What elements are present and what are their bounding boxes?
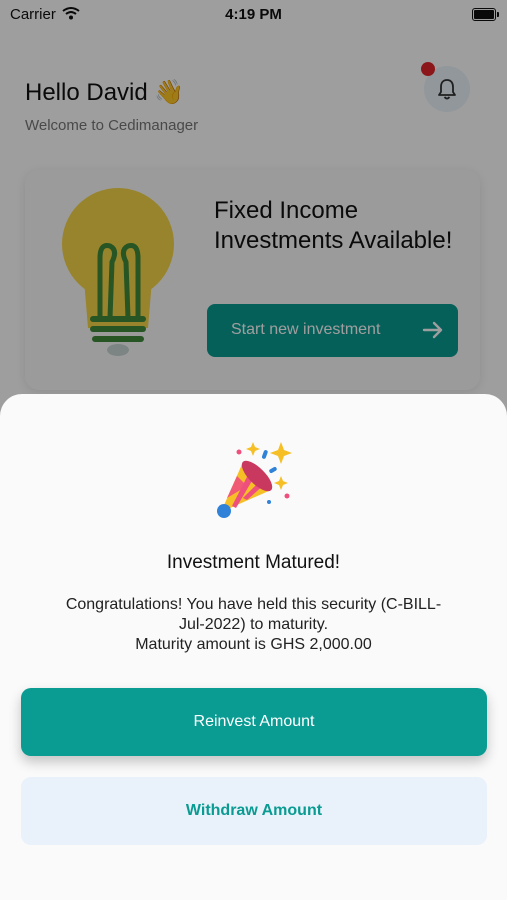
app-screen: Carrier 4:19 PM Hello David 👋 Welcome to… xyxy=(0,0,507,900)
withdraw-amount-button[interactable]: Withdraw Amount xyxy=(21,777,487,845)
reinvest-amount-button[interactable]: Reinvest Amount xyxy=(21,688,487,756)
modal-message-line: Congratulations! You have held this secu… xyxy=(65,596,442,613)
modal-title: Investment Matured! xyxy=(166,552,341,573)
modal-message: Congratulations! You have held this secu… xyxy=(30,595,477,655)
party-popper-icon xyxy=(217,442,292,518)
maturity-bottom-sheet: Investment Matured! Congratulations! You… xyxy=(0,394,507,900)
maturity-amount-line: Maturity amount is GHS 2,000.00 xyxy=(135,636,372,653)
modal-message-line: Jul-2022) to maturity. xyxy=(178,616,329,633)
